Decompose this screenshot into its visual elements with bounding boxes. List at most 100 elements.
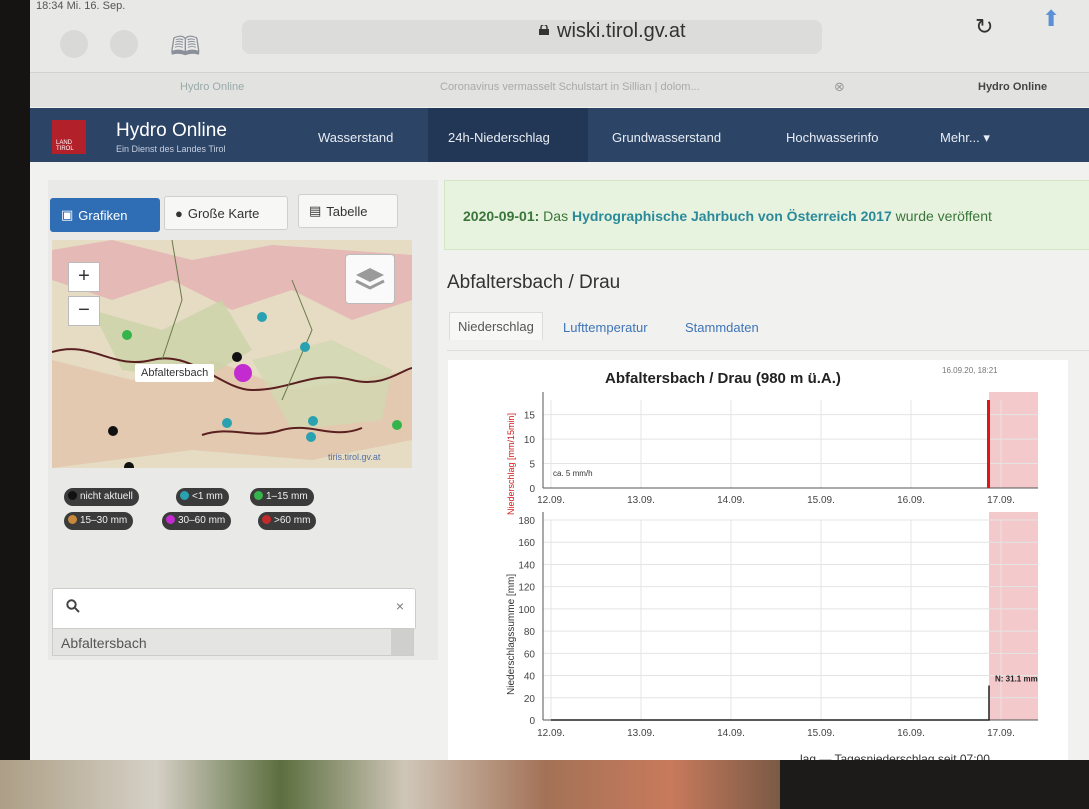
land-tirol-logo[interactable]: LAND TIROL <box>52 120 86 154</box>
nav-mehr-dropdown[interactable]: Mehr... ▾ <box>940 130 990 146</box>
precipitation-chart: 0 5 10 15 12.09. 13.09. 14.09. 15.09. 16.09. 17.0… <box>448 360 1068 760</box>
browser-tabs: Hydro Online Coronavirus vermasselt Schu… <box>30 72 1089 107</box>
y-tick-label: 80 <box>524 627 536 638</box>
station-marker[interactable] <box>108 426 118 436</box>
station-search: × Abfaltersbach <box>52 588 416 658</box>
search-icon <box>66 599 80 613</box>
zoom-in-button[interactable]: + <box>68 262 100 292</box>
station-marker[interactable] <box>308 416 318 426</box>
x-tick-label: 12.09. <box>537 728 565 739</box>
grafiken-button[interactable]: ▣ Grafiken <box>50 198 160 232</box>
station-title: Abfaltersbach / Drau <box>447 272 621 293</box>
x-tick-label: 13.09. <box>627 728 655 739</box>
chart-title: Abfaltersbach / Drau (980 m ü.A.) <box>605 370 841 387</box>
tab-lufttemperatur[interactable]: Lufttemperatur <box>563 320 648 335</box>
rain-bar <box>987 400 990 488</box>
y-tick-label: 100 <box>518 605 535 616</box>
x-tick-label: 17.09. <box>987 728 1015 739</box>
brand-subtitle: Ein Dienst des Landes Tirol <box>116 144 226 154</box>
x-tick-label: 12.09. <box>537 495 565 506</box>
y-tick-label: 0 <box>529 716 535 727</box>
station-marker[interactable] <box>124 462 134 468</box>
station-marker[interactable] <box>122 330 132 340</box>
status-bar-time: 18:34 Mi. 16. Sep. <box>36 0 126 12</box>
legend-nicht-aktuell[interactable]: nicht aktuell <box>64 488 139 506</box>
chart-svg: 0 5 10 15 12.09. 13.09. 14.09. 15.09. 16.09. 17.0… <box>506 392 1038 739</box>
grosse-karte-button[interactable]: ● Große Karte <box>164 196 288 230</box>
chart2-annotation: N: 31.1 mm <box>995 674 1038 683</box>
nav-wasserstand[interactable]: Wasserstand <box>318 130 393 145</box>
cumulative-line <box>551 685 990 721</box>
y-tick-label: 0 <box>529 484 535 495</box>
layers-icon <box>355 268 385 290</box>
x-tick-label: 17.09. <box>987 495 1015 506</box>
forecast-band <box>989 392 1038 488</box>
legend-dot <box>166 515 175 524</box>
clear-search-icon[interactable]: × <box>396 598 404 614</box>
legend-lt-1mm[interactable]: <1 mm <box>176 488 229 506</box>
chart-timestamp: 16.09.20, 18:21 <box>942 366 998 375</box>
x-tick-label: 14.09. <box>717 728 745 739</box>
station-marker[interactable] <box>257 312 267 322</box>
reload-icon[interactable]: ↻ <box>975 14 993 40</box>
background-dark <box>780 760 1089 809</box>
legend-dot <box>262 515 271 524</box>
zoom-out-button[interactable]: − <box>68 296 100 326</box>
x-tick-label: 13.09. <box>627 495 655 506</box>
tab-news[interactable]: Coronavirus vermasselt Schulstart in Sil… <box>440 81 700 93</box>
chart1-ylabel: Niederschlag [mm/15min] <box>506 413 516 515</box>
nav-24h-niederschlag[interactable]: 24h-Niederschlag <box>448 130 550 145</box>
selected-station-marker[interactable] <box>234 364 252 382</box>
station-marker[interactable] <box>222 418 232 428</box>
legend-15-30mm[interactable]: 15–30 mm <box>64 512 134 530</box>
x-tick-label: 14.09. <box>717 495 745 506</box>
legend-1-15mm[interactable]: 1–15 mm <box>250 488 314 506</box>
legend-gt-60mm[interactable]: >60 mm <box>258 512 317 530</box>
layers-button[interactable] <box>345 254 395 304</box>
station-marker[interactable] <box>306 432 316 442</box>
legend-dot <box>180 491 189 500</box>
x-tick-label: 15.09. <box>807 728 835 739</box>
y-tick-label: 60 <box>524 649 536 660</box>
image-icon: ▣ <box>61 207 74 222</box>
table-icon: ▤ <box>309 203 322 218</box>
map-credit-link[interactable]: tiris.tirol.gv.at <box>328 452 380 462</box>
url-text: wiski.tirol.gv.at <box>557 20 686 42</box>
tab-stammdaten[interactable]: Stammdaten <box>685 320 759 335</box>
station-marker[interactable] <box>392 420 402 430</box>
forward-button[interactable] <box>110 30 138 58</box>
map-station-label: Abfaltersbach <box>135 364 215 382</box>
brand-title[interactable]: Hydro Online <box>116 120 227 142</box>
jahrbuch-link[interactable]: Hydrographische Jahrbuch von Österreich … <box>572 208 892 224</box>
tab-close-icon[interactable]: ⊗ <box>834 79 845 95</box>
tab-hydro-online-active[interactable]: Hydro Online <box>978 81 1047 93</box>
news-alert: 2020-09-01: Das Hydrographische Jahrbuch… <box>444 180 1089 250</box>
x-tick-label: 16.09. <box>897 728 925 739</box>
chevron-down-icon[interactable] <box>391 629 413 655</box>
address-bar[interactable] <box>242 20 822 54</box>
chart2-ylabel: Niederschlagssumme [mm] <box>506 574 517 695</box>
y-tick-label: 140 <box>518 560 535 571</box>
tab-hydro-online-1[interactable]: Hydro Online <box>180 81 244 93</box>
tablet-screen: 18:34 Mi. 16. Sep. 🕮 wiski.tirol.gv.at ↻… <box>30 0 1089 760</box>
x-tick-label: 15.09. <box>807 495 835 506</box>
nav-grundwasserstand[interactable]: Grundwasserstand <box>612 130 721 145</box>
station-tabs: Niederschlag Lufttemperatur Stammdaten <box>447 312 1089 351</box>
nav-hochwasserinfo[interactable]: Hochwasserinfo <box>786 130 879 145</box>
tab-niederschlag[interactable]: Niederschlag <box>449 312 543 341</box>
chart-legend: lag — Tagesniederschlag seit 07:00 <box>800 752 990 760</box>
legend-dot <box>68 491 77 500</box>
y-tick-label: 20 <box>524 694 536 705</box>
station-search-input[interactable] <box>52 588 416 630</box>
share-icon[interactable]: ⬆ <box>1042 6 1060 32</box>
legend-dot <box>254 491 263 500</box>
tabelle-button[interactable]: ▤ Tabelle <box>298 194 398 228</box>
bookmarks-icon[interactable]: 🕮 <box>170 28 201 72</box>
station-marker[interactable] <box>300 342 310 352</box>
station-select[interactable]: Abfaltersbach <box>52 628 414 656</box>
legend-30-60mm[interactable]: 30–60 mm <box>162 512 232 530</box>
station-marker[interactable] <box>232 352 242 362</box>
background-photo <box>0 760 780 809</box>
back-button[interactable] <box>60 30 88 58</box>
browser-toolbar: 18:34 Mi. 16. Sep. 🕮 wiski.tirol.gv.at ↻… <box>30 0 1089 72</box>
